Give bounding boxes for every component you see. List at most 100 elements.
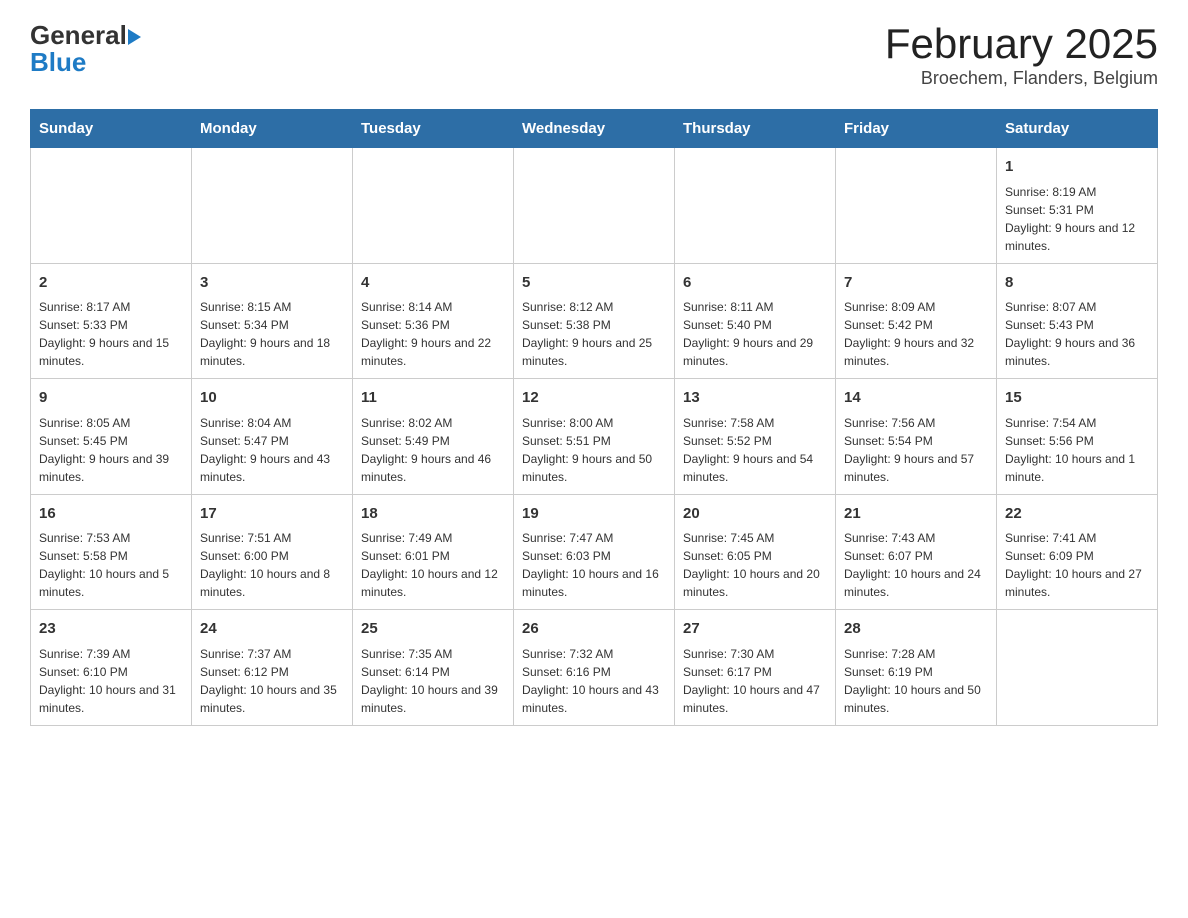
day-info: Sunrise: 7:39 AM Sunset: 6:10 PM Dayligh…: [39, 645, 183, 717]
day-number: 9: [39, 387, 183, 410]
header-thursday: Thursday: [675, 110, 836, 148]
day-number: 13: [683, 387, 827, 410]
day-number: 28: [844, 618, 988, 641]
calendar-cell: 6 Sunrise: 8:11 AM Sunset: 5:40 PM Daylig…: [675, 263, 836, 379]
calendar-cell: 25 Sunrise: 7:35 AM Sunset: 6:14 PM Dayli…: [353, 610, 514, 726]
day-number: 18: [361, 503, 505, 526]
day-number: 19: [522, 503, 666, 526]
calendar-cell: 23 Sunrise: 7:39 AM Sunset: 6:10 PM Dayli…: [31, 610, 192, 726]
day-info: Sunrise: 7:41 AM Sunset: 6:09 PM Dayligh…: [1005, 529, 1149, 601]
calendar-cell: 2 Sunrise: 8:17 AM Sunset: 5:33 PM Daylig…: [31, 263, 192, 379]
day-info: Sunrise: 7:47 AM Sunset: 6:03 PM Dayligh…: [522, 529, 666, 601]
calendar-cell: 14 Sunrise: 7:56 AM Sunset: 5:54 PM Dayli…: [836, 379, 997, 495]
calendar-cell: 21 Sunrise: 7:43 AM Sunset: 6:07 PM Dayli…: [836, 494, 997, 610]
day-info: Sunrise: 7:37 AM Sunset: 6:12 PM Dayligh…: [200, 645, 344, 717]
day-number: 26: [522, 618, 666, 641]
calendar-cell: [192, 148, 353, 264]
calendar-cell: 27 Sunrise: 7:30 AM Sunset: 6:17 PM Dayli…: [675, 610, 836, 726]
day-info: Sunrise: 8:19 AM Sunset: 5:31 PM Dayligh…: [1005, 183, 1149, 255]
day-number: 21: [844, 503, 988, 526]
day-info: Sunrise: 8:12 AM Sunset: 5:38 PM Dayligh…: [522, 298, 666, 370]
calendar-cell: [997, 610, 1158, 726]
day-info: Sunrise: 8:11 AM Sunset: 5:40 PM Dayligh…: [683, 298, 827, 370]
title-section: February 2025 Broechem, Flanders, Belgiu…: [885, 20, 1158, 89]
week-row-5: 23 Sunrise: 7:39 AM Sunset: 6:10 PM Dayli…: [31, 610, 1158, 726]
day-info: Sunrise: 7:45 AM Sunset: 6:05 PM Dayligh…: [683, 529, 827, 601]
header-wednesday: Wednesday: [514, 110, 675, 148]
calendar-cell: [514, 148, 675, 264]
page-header: General Blue February 2025 Broechem, Fla…: [30, 20, 1158, 89]
day-info: Sunrise: 7:51 AM Sunset: 6:00 PM Dayligh…: [200, 529, 344, 601]
logo: General Blue: [30, 20, 141, 78]
day-number: 17: [200, 503, 344, 526]
day-info: Sunrise: 8:14 AM Sunset: 5:36 PM Dayligh…: [361, 298, 505, 370]
week-row-1: 1 Sunrise: 8:19 AM Sunset: 5:31 PM Daylig…: [31, 148, 1158, 264]
calendar-cell: 9 Sunrise: 8:05 AM Sunset: 5:45 PM Daylig…: [31, 379, 192, 495]
day-number: 27: [683, 618, 827, 641]
day-number: 12: [522, 387, 666, 410]
day-number: 23: [39, 618, 183, 641]
calendar-cell: 24 Sunrise: 7:37 AM Sunset: 6:12 PM Dayli…: [192, 610, 353, 726]
calendar-table: SundayMondayTuesdayWednesdayThursdayFrid…: [30, 109, 1158, 726]
day-info: Sunrise: 7:43 AM Sunset: 6:07 PM Dayligh…: [844, 529, 988, 601]
day-number: 4: [361, 272, 505, 295]
day-info: Sunrise: 7:58 AM Sunset: 5:52 PM Dayligh…: [683, 414, 827, 486]
calendar-cell: 15Sunrise: 7:54 AM Sunset: 5:56 PM Dayli…: [997, 379, 1158, 495]
calendar-cell: [31, 148, 192, 264]
day-info: Sunrise: 7:35 AM Sunset: 6:14 PM Dayligh…: [361, 645, 505, 717]
week-row-2: 2 Sunrise: 8:17 AM Sunset: 5:33 PM Daylig…: [31, 263, 1158, 379]
day-info: Sunrise: 8:04 AM Sunset: 5:47 PM Dayligh…: [200, 414, 344, 486]
day-number: 8: [1005, 272, 1149, 295]
day-info: Sunrise: 7:30 AM Sunset: 6:17 PM Dayligh…: [683, 645, 827, 717]
day-info: Sunrise: 8:00 AM Sunset: 5:51 PM Dayligh…: [522, 414, 666, 486]
calendar-cell: 8 Sunrise: 8:07 AM Sunset: 5:43 PM Daylig…: [997, 263, 1158, 379]
header-saturday: Saturday: [997, 110, 1158, 148]
day-number: 14: [844, 387, 988, 410]
day-number: 22: [1005, 503, 1149, 526]
day-number: 20: [683, 503, 827, 526]
calendar-cell: 11 Sunrise: 8:02 AM Sunset: 5:49 PM Dayli…: [353, 379, 514, 495]
week-row-3: 9 Sunrise: 8:05 AM Sunset: 5:45 PM Daylig…: [31, 379, 1158, 495]
day-number: 25: [361, 618, 505, 641]
day-number: 1: [1005, 156, 1149, 179]
header-tuesday: Tuesday: [353, 110, 514, 148]
header-sunday: Sunday: [31, 110, 192, 148]
calendar-cell: 1 Sunrise: 8:19 AM Sunset: 5:31 PM Daylig…: [997, 148, 1158, 264]
calendar-cell: 16 Sunrise: 7:53 AM Sunset: 5:58 PM Dayli…: [31, 494, 192, 610]
calendar-cell: 20 Sunrise: 7:45 AM Sunset: 6:05 PM Dayli…: [675, 494, 836, 610]
calendar-cell: [353, 148, 514, 264]
day-info: Sunrise: 8:09 AM Sunset: 5:42 PM Dayligh…: [844, 298, 988, 370]
day-info: Sunrise: 7:49 AM Sunset: 6:01 PM Dayligh…: [361, 529, 505, 601]
day-number: 11: [361, 387, 505, 410]
header-monday: Monday: [192, 110, 353, 148]
calendar-cell: 13 Sunrise: 7:58 AM Sunset: 5:52 PM Dayli…: [675, 379, 836, 495]
day-number: 10: [200, 387, 344, 410]
logo-blue-text: Blue: [30, 47, 86, 78]
day-info: Sunrise: 8:02 AM Sunset: 5:49 PM Dayligh…: [361, 414, 505, 486]
day-info: Sunrise: 8:15 AM Sunset: 5:34 PM Dayligh…: [200, 298, 344, 370]
month-title: February 2025: [885, 20, 1158, 68]
calendar-cell: 10 Sunrise: 8:04 AM Sunset: 5:47 PM Dayli…: [192, 379, 353, 495]
day-number: 15: [1005, 387, 1149, 410]
calendar-cell: [675, 148, 836, 264]
day-number: 16: [39, 503, 183, 526]
day-number: 5: [522, 272, 666, 295]
calendar-cell: 12 Sunrise: 8:00 AM Sunset: 5:51 PM Dayli…: [514, 379, 675, 495]
calendar-cell: [836, 148, 997, 264]
day-number: 7: [844, 272, 988, 295]
header-friday: Friday: [836, 110, 997, 148]
calendar-cell: 5 Sunrise: 8:12 AM Sunset: 5:38 PM Daylig…: [514, 263, 675, 379]
calendar-header-row: SundayMondayTuesdayWednesdayThursdayFrid…: [31, 110, 1158, 148]
calendar-cell: 18 Sunrise: 7:49 AM Sunset: 6:01 PM Dayli…: [353, 494, 514, 610]
day-info: Sunrise: 8:05 AM Sunset: 5:45 PM Dayligh…: [39, 414, 183, 486]
day-number: 24: [200, 618, 344, 641]
day-info: Sunrise: 7:56 AM Sunset: 5:54 PM Dayligh…: [844, 414, 988, 486]
day-number: 2: [39, 272, 183, 295]
day-info: Sunrise: 7:32 AM Sunset: 6:16 PM Dayligh…: [522, 645, 666, 717]
day-info: Sunrise: 8:07 AM Sunset: 5:43 PM Dayligh…: [1005, 298, 1149, 370]
calendar-cell: 26 Sunrise: 7:32 AM Sunset: 6:16 PM Dayli…: [514, 610, 675, 726]
day-number: 6: [683, 272, 827, 295]
day-info: Sunrise: 7:53 AM Sunset: 5:58 PM Dayligh…: [39, 529, 183, 601]
day-info: Sunrise: 8:17 AM Sunset: 5:33 PM Dayligh…: [39, 298, 183, 370]
calendar-cell: 28Sunrise: 7:28 AM Sunset: 6:19 PM Dayli…: [836, 610, 997, 726]
